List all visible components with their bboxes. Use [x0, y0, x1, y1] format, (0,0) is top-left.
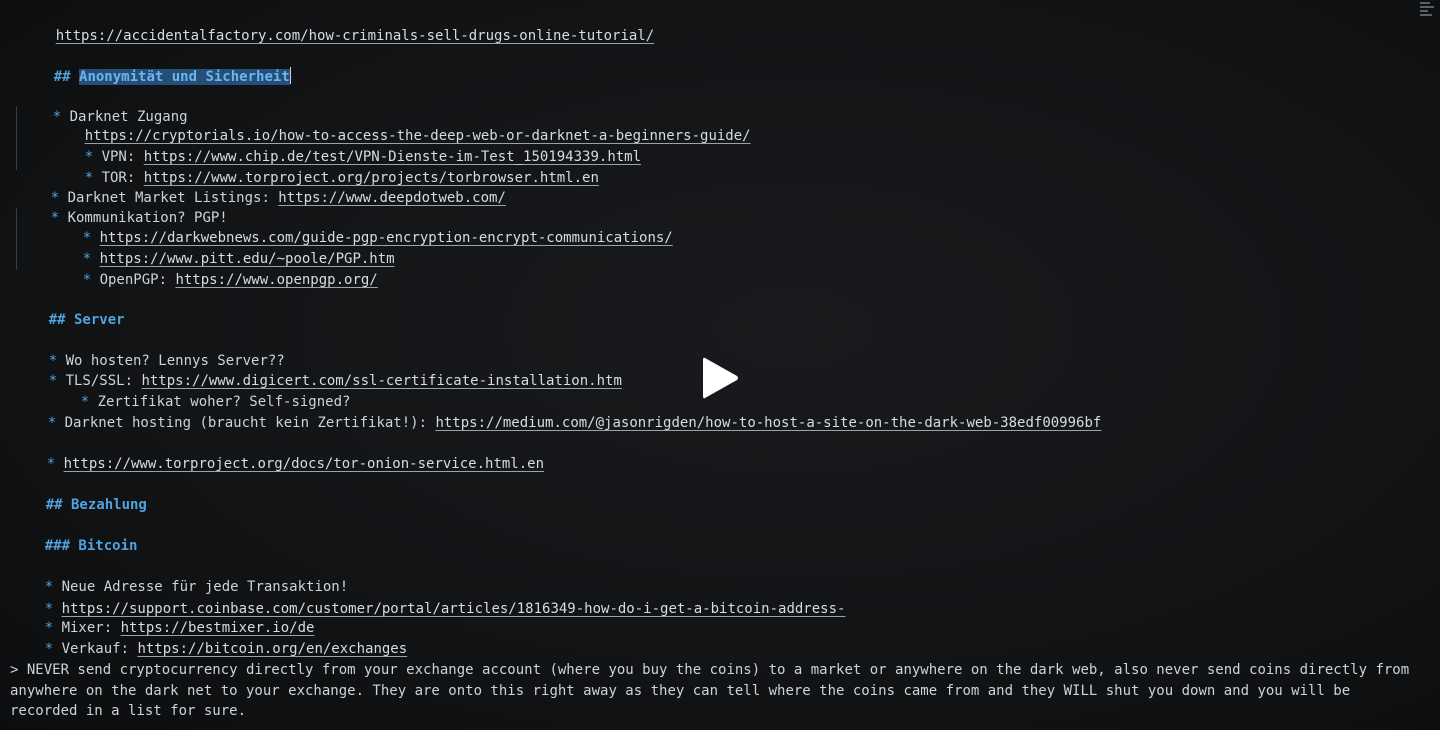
- editor-line[interactable]: * Zertifikat woher? Self-signed?: [47, 372, 351, 410]
- editor-line[interactable]: * OpenPGP: https://www.openpgp.org/: [49, 250, 378, 288]
- list-bullet: *: [47, 415, 65, 431]
- selected-heading[interactable]: Anonymität und Sicherheit: [79, 69, 290, 85]
- editor-line[interactable]: * TLS/SSL: https://www.digicert.com/ssl-…: [15, 351, 622, 389]
- subsection-heading: ### Bitcoin: [44, 538, 138, 554]
- editor-line[interactable]: * Darknet Zugang: [19, 87, 188, 125]
- editor-line[interactable]: ## Bezahlung: [12, 475, 147, 513]
- editor-line[interactable]: * Neue Adresse für jede Transaktion!: [11, 557, 348, 595]
- section-heading: ## Bezahlung: [45, 497, 147, 513]
- editor-line[interactable]: * https://darkwebnews.com/guide-pgp-encr…: [49, 208, 673, 246]
- blockquote[interactable]: > NEVER send cryptocurrency directly fro…: [10, 660, 1425, 722]
- editor-line[interactable]: * TOR: https://www.torproject.org/projec…: [51, 148, 599, 186]
- play-icon: [703, 357, 738, 399]
- editor-line[interactable]: ## Anonymität und Sicherheit: [20, 47, 291, 85]
- editor-line[interactable]: * VPN: https://www.chip.de/test/VPN-Dien…: [51, 127, 641, 165]
- list-text: Darknet hosting (braucht kein Zertifikat…: [64, 415, 436, 431]
- text-cursor: [289, 67, 291, 84]
- minimap[interactable]: [1420, 0, 1436, 26]
- editor-line[interactable]: * Darknet hosting (braucht kein Zertifik…: [14, 393, 1102, 431]
- link[interactable]: https://www.torproject.org/docs/tor-onio…: [64, 456, 544, 472]
- list-text: Verkauf:: [61, 641, 138, 657]
- editor-line[interactable]: * Mixer: https://bestmixer.io/de: [11, 598, 315, 636]
- link[interactable]: https://www.openpgp.org/: [175, 272, 377, 288]
- link[interactable]: https://medium.com/@jasonrigden/how-to-h…: [435, 415, 1101, 431]
- link[interactable]: https://bitcoin.org/en/exchanges: [137, 641, 407, 657]
- link[interactable]: https://accidentalfactory.com/how-crimin…: [56, 28, 654, 44]
- quote-marker: >: [10, 662, 27, 678]
- editor-line[interactable]: * https://support.coinbase.com/customer/…: [11, 579, 846, 617]
- section-heading: ## Server: [48, 312, 125, 328]
- list-bullet: *: [44, 641, 62, 657]
- list-text: OpenPGP:: [99, 272, 176, 288]
- editor-line[interactable]: * https://www.pitt.edu/~poole/PGP.htm: [49, 229, 395, 267]
- editor-line[interactable]: * https://www.torproject.org/docs/tor-on…: [13, 434, 544, 472]
- list-bullet: *: [46, 456, 64, 472]
- link[interactable]: https://www.deepdotweb.com/: [278, 190, 506, 206]
- editor-line[interactable]: https://cryptorials.io/how-to-access-the…: [51, 106, 751, 144]
- editor-line[interactable]: ### Bitcoin: [11, 516, 138, 554]
- editor-line[interactable]: * Verkauf: https://bitcoin.org/en/exchan…: [11, 619, 407, 657]
- list-bullet: *: [82, 272, 100, 288]
- play-button[interactable]: [699, 354, 741, 402]
- editor-line[interactable]: ## Server: [15, 290, 125, 328]
- heading-marker: ##: [53, 69, 80, 85]
- quote-text: NEVER send cryptocurrency directly from …: [10, 662, 1410, 719]
- indent-guide: [16, 106, 17, 170]
- editor-line[interactable]: * Darknet Market Listings: https://www.d…: [17, 168, 506, 206]
- editor-line[interactable]: * Wo hosten? Lennys Server??: [15, 331, 285, 369]
- editor-line[interactable]: https://accidentalfactory.com/how-crimin…: [22, 6, 654, 44]
- editor-line[interactable]: * Kommunikation? PGP!: [17, 188, 228, 226]
